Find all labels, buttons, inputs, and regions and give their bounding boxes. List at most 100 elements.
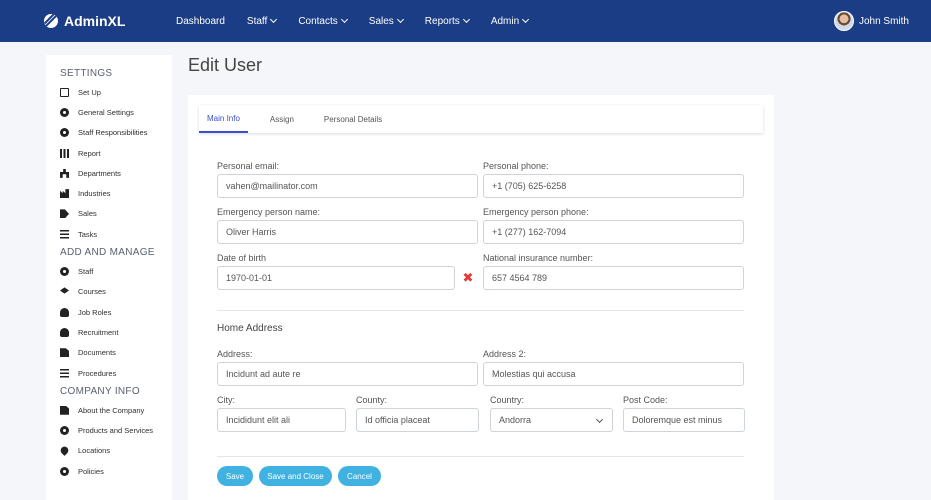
nav-label: Staff [246, 15, 268, 27]
map-pin-icon [59, 445, 70, 457]
field-value: Id officia placeat [365, 415, 430, 425]
sidebar-item-label: Departments [78, 168, 121, 178]
address2-field[interactable]: Molestias qui accusa [483, 362, 744, 386]
sidebar-item-procedures[interactable]: Procedures [46, 363, 172, 383]
sidebar-item-about-company[interactable]: About the Company [46, 400, 172, 420]
dob-field[interactable]: 1970-01-01 [217, 266, 455, 290]
city-field[interactable]: Incididunt elit ali [217, 408, 346, 432]
emergency-name-label: Emergency person name: [217, 207, 321, 217]
county-field[interactable]: Id officia placeat [356, 408, 479, 432]
user-cog-icon [60, 307, 69, 317]
nav-label: Dashboard [176, 15, 225, 27]
sidebar-section-title: ADD AND MANAGE [60, 247, 155, 259]
ni-number-field[interactable]: 657 4564 789 [483, 266, 744, 290]
tab-label: Assign [269, 114, 294, 124]
field-value: +1 (705) 625-6258 [492, 181, 567, 191]
sidebar-item-label: Staff Responsibilities [78, 128, 148, 138]
nav-dashboard[interactable]: Dashboard [176, 16, 225, 27]
personal-email-label: Personal email: [217, 161, 280, 171]
sidebar: SETTINGS Set Up General Settings Staff R… [46, 55, 172, 500]
divider [217, 456, 744, 457]
gear-icon [60, 466, 69, 476]
user-name: John Smith [858, 15, 909, 27]
sidebar-item-label: Tasks [78, 229, 98, 239]
sidebar-item-job-roles[interactable]: Job Roles [46, 302, 172, 322]
field-value: Andorra [499, 415, 532, 425]
field-value: 657 4564 789 [492, 273, 548, 283]
sidebar-item-recruitment[interactable]: Recruitment [46, 322, 172, 342]
home-address-heading: Home Address [217, 323, 283, 334]
sidebar-item-label: Staff [78, 267, 94, 277]
chevron-down-icon [340, 15, 348, 24]
nav-reports[interactable]: Reports [425, 15, 470, 27]
field-value: Incidunt ad aute re [226, 369, 301, 379]
nav-admin[interactable]: Admin [491, 15, 530, 27]
address2-label: Address 2: [483, 349, 527, 359]
emergency-phone-label: Emergency person phone: [483, 207, 589, 217]
tab-assign[interactable]: Assign [262, 105, 302, 133]
address-field[interactable]: Incidunt ad aute re [217, 362, 478, 386]
sidebar-item-departments[interactable]: Departments [46, 163, 172, 183]
save-and-close-button[interactable]: Save and Close [259, 466, 332, 486]
chevron-down-icon [270, 15, 278, 24]
sidebar-item-label: Recruitment [78, 327, 119, 337]
field-value: +1 (277) 162-7094 [492, 227, 567, 237]
field-value: Incididunt elit ali [226, 415, 291, 425]
gear-icon [60, 128, 69, 138]
tab-label: Main Info [207, 113, 240, 123]
tag-icon [60, 209, 69, 219]
sidebar-item-label: Locations [78, 446, 111, 456]
sidebar-item-documents[interactable]: Documents [46, 343, 172, 363]
page-title: Edit User [188, 55, 263, 75]
avatar [833, 11, 854, 31]
sidebar-item-products-services[interactable]: Products and Services [46, 420, 172, 440]
clear-date-icon[interactable]: ✖ [459, 266, 477, 290]
user-menu[interactable]: John Smith [833, 0, 909, 42]
cancel-button[interactable]: Cancel [338, 466, 381, 486]
sidebar-item-report[interactable]: Report [46, 143, 172, 163]
tab-personal-details[interactable]: Personal Details [316, 105, 390, 133]
nav-label: Sales [368, 15, 394, 27]
sidebar-item-staff[interactable]: Staff [46, 261, 172, 281]
postcode-field[interactable]: Doloremque est minus [623, 408, 745, 432]
sidebar-item-locations[interactable]: Locations [46, 441, 172, 461]
setup-icon [60, 87, 69, 97]
nav-staff[interactable]: Staff [246, 15, 278, 27]
chevron-down-icon [522, 15, 530, 24]
sidebar-item-label: Report [78, 148, 101, 158]
gears-icon [60, 426, 69, 436]
sidebar-item-staff-responsibilities[interactable]: Staff Responsibilities [46, 123, 172, 143]
personal-phone-label: Personal phone: [483, 161, 549, 171]
field-value: Molestias qui accusa [492, 369, 576, 379]
save-button[interactable]: Save [217, 466, 253, 486]
sidebar-item-industries[interactable]: Industries [46, 183, 172, 203]
personal-email-field[interactable]: vahen@mailinator.com [217, 174, 478, 198]
country-select[interactable]: Andorra [490, 408, 613, 432]
personal-phone-field[interactable]: +1 (705) 625-6258 [483, 174, 744, 198]
chevron-down-icon [396, 15, 404, 24]
sitemap-icon [60, 168, 69, 178]
county-label: County: [356, 395, 388, 405]
sidebar-item-label: Courses [78, 287, 106, 297]
sidebar-section-title: COMPANY INFO [60, 386, 140, 398]
sidebar-item-policies[interactable]: Policies [46, 461, 172, 481]
sidebar-item-set-up[interactable]: Set Up [46, 82, 172, 102]
sidebar-item-tasks[interactable]: Tasks [46, 224, 172, 244]
tab-main-info[interactable]: Main Info [199, 105, 248, 133]
sidebar-item-label: About the Company [78, 405, 145, 415]
list-icon [60, 229, 69, 239]
top-navbar: AdminXL Dashboard Staff Contacts Sales R… [0, 0, 931, 42]
city-label: City: [217, 395, 235, 405]
chevron-down-icon [462, 15, 470, 24]
emergency-phone-field[interactable]: +1 (277) 162-7094 [483, 220, 744, 244]
nav-contacts[interactable]: Contacts [298, 15, 348, 27]
sidebar-item-sales[interactable]: Sales [46, 204, 172, 224]
nav-sales[interactable]: Sales [368, 15, 404, 27]
emergency-name-field[interactable]: Oliver Harris [217, 220, 478, 244]
brand[interactable]: AdminXL [44, 0, 125, 42]
building-icon [60, 405, 69, 415]
sidebar-item-courses[interactable]: Courses [46, 282, 172, 302]
address-label: Address: [217, 349, 253, 359]
sidebar-item-general-settings[interactable]: General Settings [46, 102, 172, 122]
sidebar-item-label: Policies [78, 466, 104, 476]
